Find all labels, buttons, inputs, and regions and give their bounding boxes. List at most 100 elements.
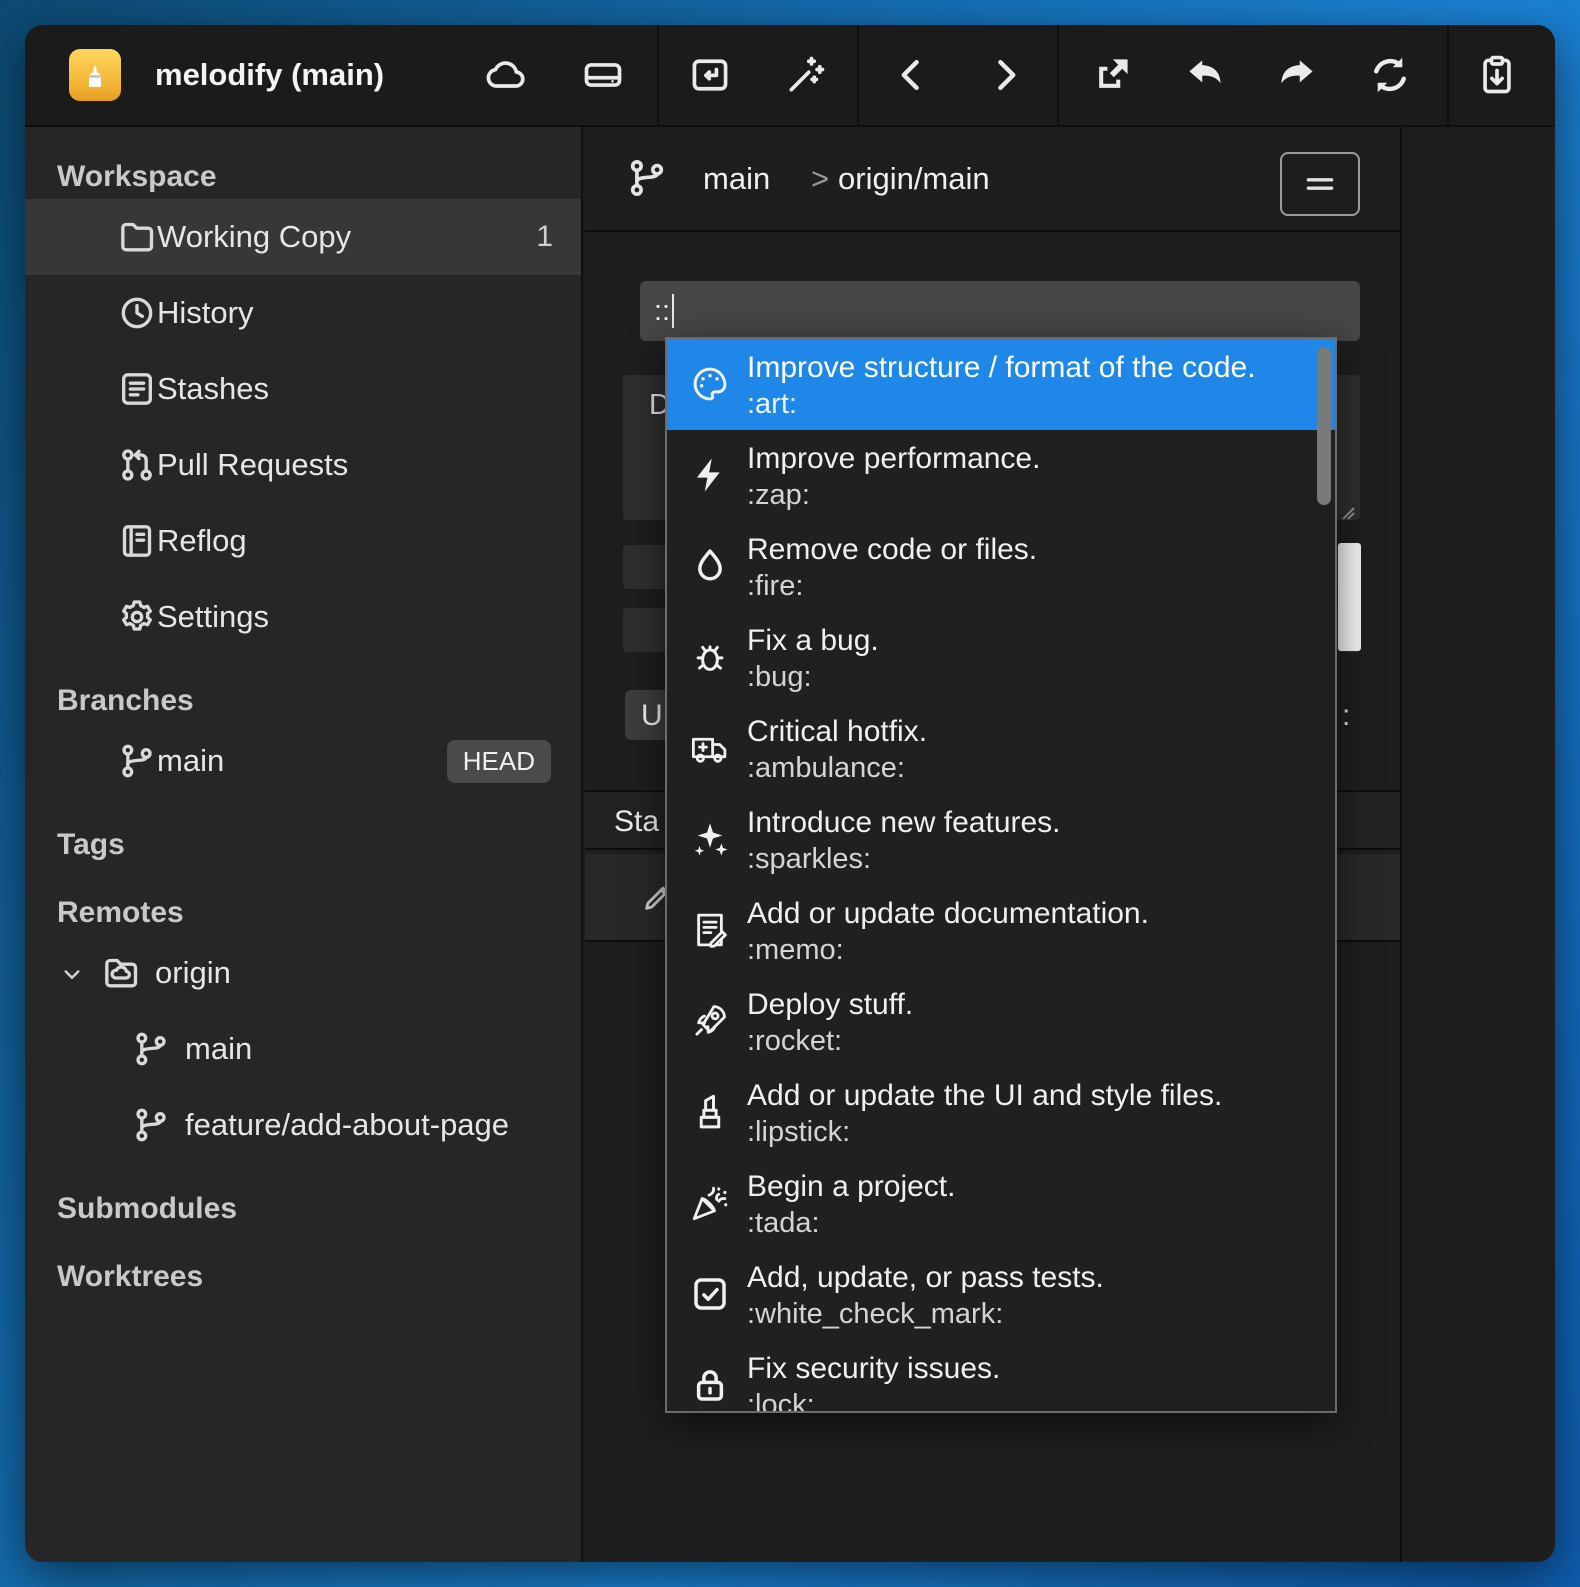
branch-breadcrumb-bar: main > origin/main bbox=[585, 127, 1400, 232]
scrollbar-thumb[interactable] bbox=[1338, 543, 1361, 651]
push-out-icon[interactable] bbox=[1088, 51, 1136, 99]
gitmoji-option-white-check-mark[interactable]: Add, update, or pass tests. :white_check… bbox=[667, 1249, 1335, 1340]
sidebar-item-label: origin bbox=[155, 955, 231, 991]
sidebar-item-remote-origin[interactable]: origin bbox=[25, 935, 581, 1011]
branch-icon bbox=[131, 1029, 171, 1069]
sidebar-item-stashes[interactable]: Stashes bbox=[25, 351, 581, 427]
gitmoji-option-code: :tada: bbox=[747, 1205, 1311, 1241]
fire-icon bbox=[689, 545, 731, 587]
sidebar-item-remote-branch-feature[interactable]: feature/add-about-page bbox=[25, 1087, 581, 1163]
gitmoji-option-title: Improve structure / format of the code. bbox=[747, 349, 1311, 386]
sidebar-section-remotes: Remotes bbox=[25, 891, 581, 935]
gitmoji-option-code: :memo: bbox=[747, 932, 1311, 968]
commit-summary-input[interactable]: :: bbox=[640, 281, 1360, 341]
working-copy-count-badge: 1 bbox=[536, 220, 553, 254]
cloud-icon[interactable] bbox=[483, 51, 531, 99]
sidebar: Workspace Working Copy 1 History Stashes… bbox=[25, 127, 583, 1562]
gitmoji-option-sparkles[interactable]: Introduce new features. :sparkles: bbox=[667, 794, 1335, 885]
sidebar-item-label: Working Copy bbox=[157, 219, 351, 255]
commit-summary-value: :: bbox=[654, 295, 670, 328]
gitmoji-option-title: Deploy stuff. bbox=[747, 986, 1311, 1023]
gitmoji-option-code: :lock: bbox=[747, 1387, 1311, 1413]
history-clock-icon bbox=[117, 293, 157, 333]
pane-divider bbox=[1400, 127, 1402, 1562]
main-pane: main > origin/main :: D U : bbox=[585, 127, 1555, 1562]
sidebar-item-reflog[interactable]: Reflog bbox=[25, 503, 581, 579]
gitmoji-option-code: :ambulance: bbox=[747, 750, 1311, 786]
gitmoji-option-zap[interactable]: Improve performance. :zap: bbox=[667, 430, 1335, 521]
unstage-button-label: U bbox=[641, 699, 663, 732]
gitmoji-option-bug[interactable]: Fix a bug. :bug: bbox=[667, 612, 1335, 703]
titlebar: melodify (main) bbox=[25, 25, 1555, 127]
redo-arrow-icon[interactable] bbox=[1273, 51, 1321, 99]
sidebar-section-tags: Tags bbox=[25, 823, 581, 867]
sidebar-item-history[interactable]: History bbox=[25, 275, 581, 351]
gitmoji-option-title: Fix a bug. bbox=[747, 622, 1311, 659]
sparkles-icon bbox=[689, 818, 731, 860]
bug-icon bbox=[689, 636, 731, 678]
reflog-book-icon bbox=[117, 521, 157, 561]
sidebar-section-branches: Branches bbox=[25, 679, 581, 723]
forward-icon[interactable] bbox=[981, 51, 1029, 99]
branch-icon bbox=[625, 156, 669, 200]
gitmoji-option-fire[interactable]: Remove code or files. :fire: bbox=[667, 521, 1335, 612]
branch-icon bbox=[117, 741, 157, 781]
dropdown-scrollbar-thumb[interactable] bbox=[1317, 347, 1331, 505]
toolbar-separator bbox=[1057, 25, 1059, 125]
sidebar-item-settings[interactable]: Settings bbox=[25, 579, 581, 655]
sidebar-item-working-copy[interactable]: Working Copy 1 bbox=[25, 199, 581, 275]
gitmoji-option-code: :art: bbox=[747, 386, 1311, 422]
app-window: melodify (main) bbox=[25, 25, 1555, 1562]
window-body: Workspace Working Copy 1 History Stashes… bbox=[25, 127, 1555, 1562]
gitmoji-option-title: Add or update documentation. bbox=[747, 895, 1311, 932]
breadcrumb-upstream[interactable]: origin/main bbox=[838, 127, 990, 230]
breadcrumb-separator: > bbox=[811, 127, 829, 230]
tada-icon bbox=[689, 1182, 731, 1224]
gitmoji-option-title: Fix security issues. bbox=[747, 1350, 1311, 1387]
sync-icon[interactable] bbox=[1366, 51, 1414, 99]
branch-icon bbox=[131, 1105, 171, 1145]
breadcrumb-branch[interactable]: main bbox=[703, 127, 770, 230]
back-icon[interactable] bbox=[888, 51, 936, 99]
toolbar-separator bbox=[1447, 25, 1449, 125]
repo-app-icon bbox=[69, 49, 121, 101]
gitmoji-option-title: Begin a project. bbox=[747, 1168, 1311, 1205]
text-caret bbox=[672, 294, 674, 328]
rocket-icon bbox=[689, 1000, 731, 1042]
sidebar-item-label: main bbox=[185, 1031, 252, 1067]
folder-icon bbox=[117, 217, 157, 257]
gitmoji-option-lock[interactable]: Fix security issues. :lock: bbox=[667, 1340, 1335, 1413]
quick-actions-icon[interactable] bbox=[782, 51, 830, 99]
sidebar-item-remote-branch-main[interactable]: main bbox=[25, 1011, 581, 1087]
sidebar-item-pull-requests[interactable]: Pull Requests bbox=[25, 427, 581, 503]
zap-icon bbox=[689, 454, 731, 496]
open-repo-icon[interactable] bbox=[686, 51, 734, 99]
undo-arrow-icon[interactable] bbox=[1181, 51, 1229, 99]
staged-files-header-label: Sta bbox=[614, 805, 659, 838]
gitmoji-autocomplete: Improve structure / format of the code. … bbox=[665, 337, 1337, 1413]
clipboard-download-icon[interactable] bbox=[1473, 51, 1521, 99]
chevron-down-icon[interactable] bbox=[57, 959, 87, 989]
gitmoji-option-art[interactable]: Improve structure / format of the code. … bbox=[667, 339, 1335, 430]
gitmoji-option-title: Critical hotfix. bbox=[747, 713, 1311, 750]
gitmoji-option-code: :sparkles: bbox=[747, 841, 1311, 877]
stash-tray-icon[interactable] bbox=[579, 51, 627, 99]
gitmoji-option-lipstick[interactable]: Add or update the UI and style files. :l… bbox=[667, 1067, 1335, 1158]
commit-options-button[interactable] bbox=[1280, 152, 1360, 216]
gitmoji-option-memo[interactable]: Add or update documentation. :memo: bbox=[667, 885, 1335, 976]
gitmoji-option-rocket[interactable]: Deploy stuff. :rocket: bbox=[667, 976, 1335, 1067]
sidebar-item-label: feature/add-about-page bbox=[185, 1107, 509, 1143]
gitmoji-option-code: :fire: bbox=[747, 568, 1311, 604]
gitmoji-option-code: :white_check_mark: bbox=[747, 1296, 1311, 1332]
gitmoji-option-ambulance[interactable]: Critical hotfix. :ambulance: bbox=[667, 703, 1335, 794]
sidebar-section-submodules: Submodules bbox=[25, 1187, 581, 1231]
stash-note-icon bbox=[117, 369, 157, 409]
gitmoji-option-tada[interactable]: Begin a project. :tada: bbox=[667, 1158, 1335, 1249]
gitmoji-option-title: Add or update the UI and style files. bbox=[747, 1077, 1311, 1114]
gitmoji-option-title: Improve performance. bbox=[747, 440, 1311, 477]
sidebar-item-branch-main[interactable]: main HEAD bbox=[25, 723, 581, 799]
remote-cloud-folder-icon bbox=[101, 953, 141, 993]
resize-handle-icon[interactable] bbox=[1336, 496, 1356, 516]
lock-icon bbox=[689, 1364, 731, 1406]
sidebar-item-label: History bbox=[157, 295, 253, 331]
